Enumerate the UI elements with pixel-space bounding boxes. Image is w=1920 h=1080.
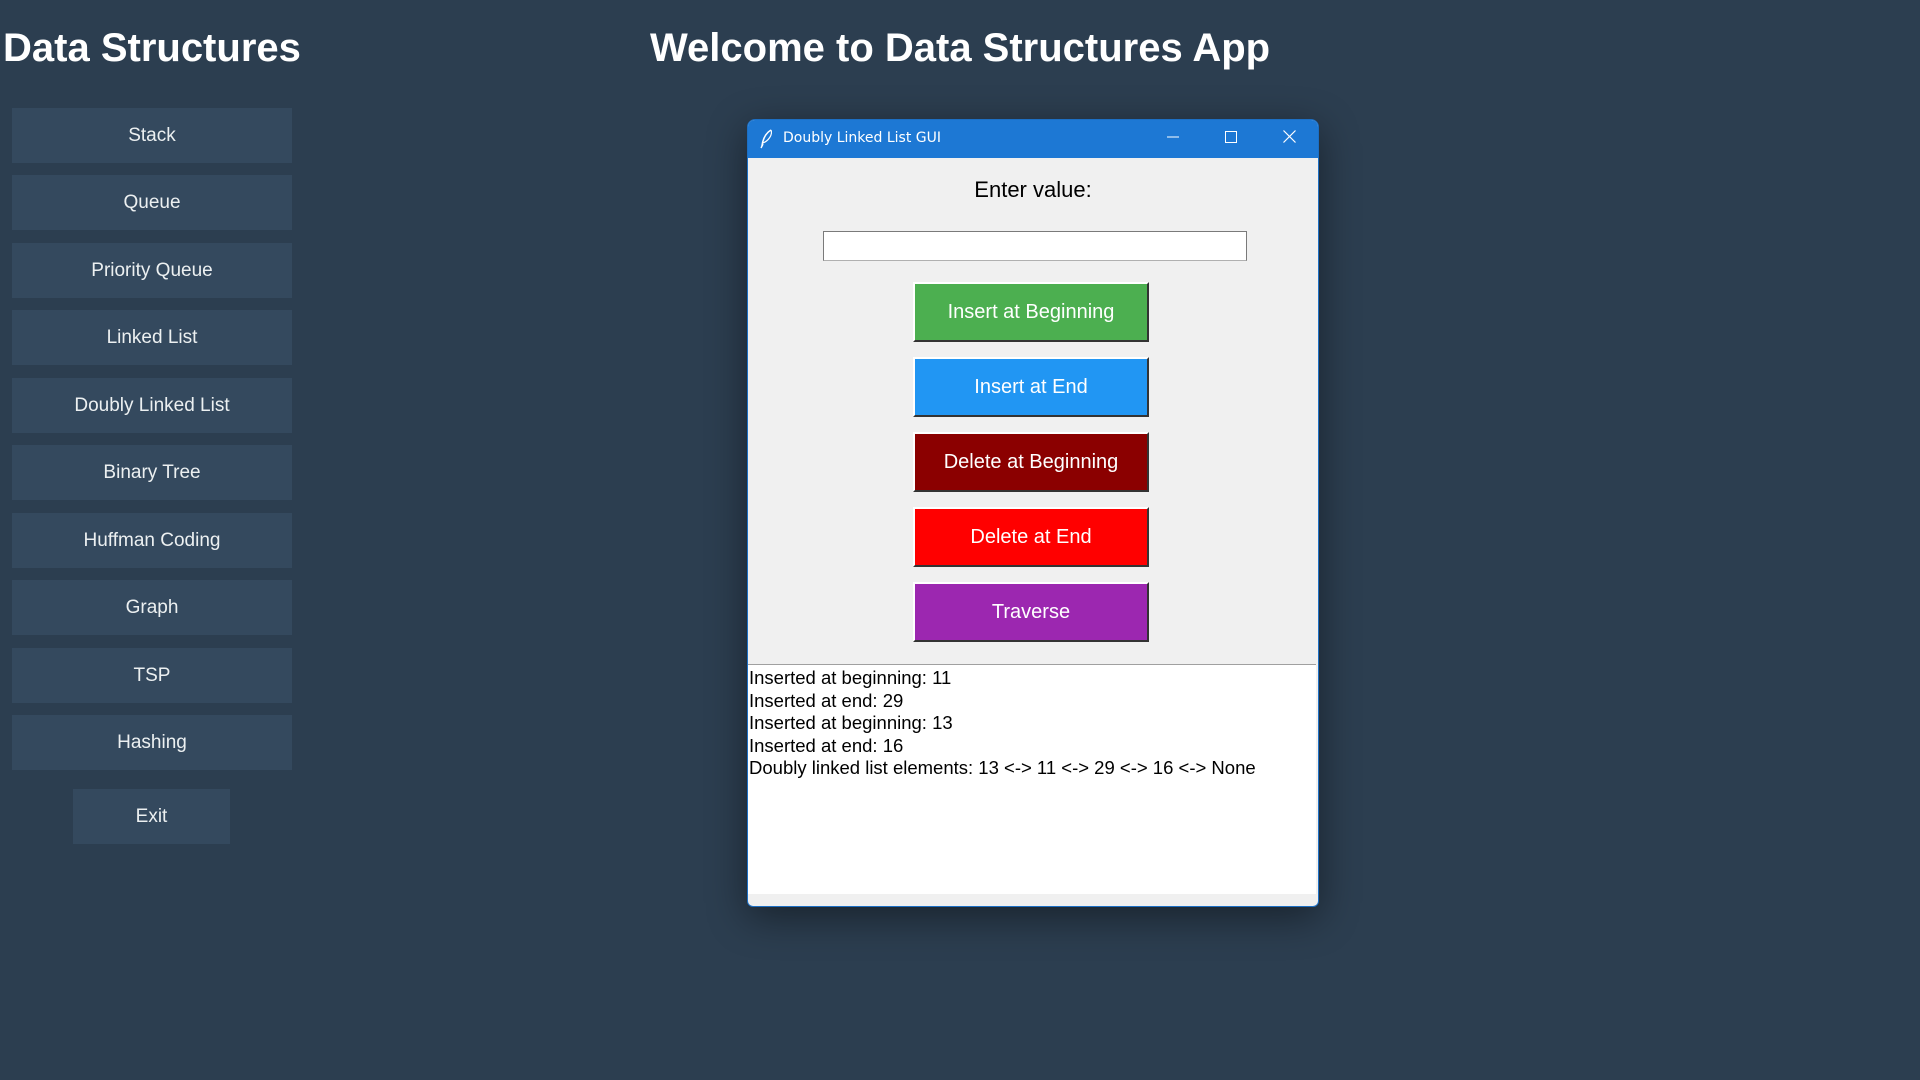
maximize-button[interactable]	[1202, 120, 1260, 158]
output-line: Inserted at end: 29	[749, 689, 904, 711]
insert-at-beginning-button[interactable]: Insert at Beginning	[913, 282, 1149, 342]
sidebar-item-hashing[interactable]: Hashing	[12, 715, 292, 770]
enter-value-label: Enter value:	[974, 177, 1092, 202]
window-title: Doubly Linked List GUI	[783, 130, 941, 146]
close-button[interactable]	[1260, 120, 1318, 158]
traverse-button[interactable]: Traverse	[913, 582, 1149, 642]
insert-at-end-button[interactable]: Insert at End	[913, 357, 1149, 417]
minimize-button[interactable]	[1144, 120, 1202, 158]
output-line: Inserted at beginning: 13	[749, 712, 953, 733]
exit-button[interactable]: Exit	[73, 789, 230, 844]
sidebar-item-priority-queue[interactable]: Priority Queue	[12, 243, 292, 298]
output-text-area[interactable]: Inserted at beginning: 11 Inserted at en…	[748, 664, 1316, 894]
doubly-linked-list-window: Doubly Linked List GUI Enter value: Inse…	[747, 119, 1319, 907]
feather-icon	[758, 129, 776, 149]
sidebar-item-graph[interactable]: Graph	[12, 580, 292, 635]
delete-at-end-button[interactable]: Delete at End	[913, 507, 1149, 567]
window-titlebar[interactable]: Doubly Linked List GUI	[748, 120, 1318, 158]
maximize-icon	[1225, 130, 1237, 148]
output-line: Inserted at end: 16	[749, 734, 904, 756]
app-window: Data Structures Welcome to Data Structur…	[0, 0, 1920, 1080]
output-line: Inserted at beginning: 11	[749, 667, 952, 688]
sidebar-item-linked-list[interactable]: Linked List	[12, 310, 292, 365]
sidebar-item-tsp[interactable]: TSP	[12, 648, 292, 703]
delete-at-beginning-button[interactable]: Delete at Beginning	[913, 432, 1149, 492]
sidebar-item-queue[interactable]: Queue	[12, 175, 292, 230]
close-icon	[1282, 130, 1296, 148]
page-title: Welcome to Data Structures App	[650, 26, 1271, 70]
sidebar-item-huffman-coding[interactable]: Huffman Coding	[12, 513, 292, 568]
output-line: Doubly linked list elements: 13 <-> 11 <…	[749, 757, 1256, 778]
value-input[interactable]	[823, 231, 1247, 261]
sidebar-item-binary-tree[interactable]: Binary Tree	[12, 445, 292, 500]
sidebar-title: Data Structures	[3, 26, 301, 70]
sidebar-item-doubly-linked-list[interactable]: Doubly Linked List	[12, 378, 292, 433]
minimize-icon	[1167, 130, 1179, 148]
sidebar-item-stack[interactable]: Stack	[12, 108, 292, 163]
